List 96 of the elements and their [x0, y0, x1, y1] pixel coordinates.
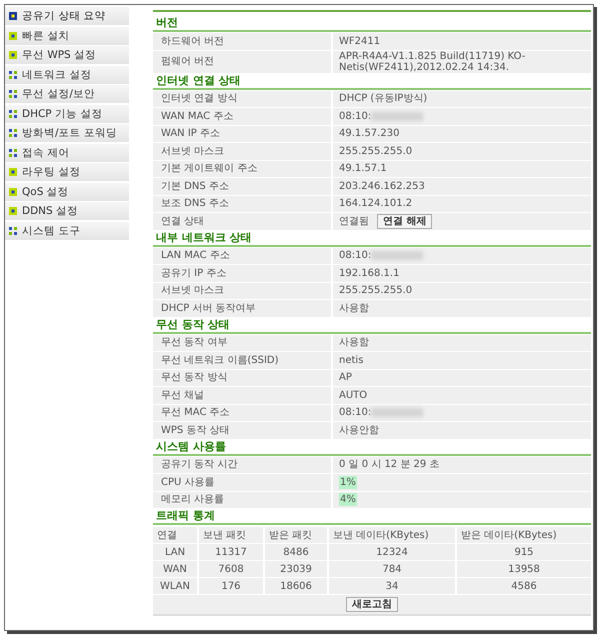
square-icon [9, 51, 17, 59]
field-value: AUTO [333, 387, 591, 404]
field-value: 192.168.1.1 [333, 265, 591, 282]
field-value: 연결됨 연결 해제 [333, 213, 591, 230]
table-cell: 12324 [329, 544, 455, 560]
sidebar-item[interactable]: 라우팅 설정 [5, 163, 129, 181]
table-cell: 11317 [199, 544, 263, 560]
field-label: 하드웨어 버전 [153, 33, 331, 50]
sidebar-item[interactable]: QoS 설정 [5, 182, 129, 200]
field-value: 08:10: [333, 108, 591, 124]
field-value: 사용안함 [333, 422, 591, 438]
table-cell: 34 [329, 578, 455, 594]
field-label: WAN IP 주소 [153, 126, 331, 142]
table-cell: WLAN [153, 578, 197, 594]
field-label: 공유기 IP 주소 [153, 265, 331, 282]
table-cell: 8486 [265, 544, 327, 560]
table-cell: 915 [457, 544, 591, 560]
field-value: 255.255.255.0 [333, 143, 591, 160]
field-label: 무선 동작 방식 [153, 370, 331, 386]
usage-value: 1% [340, 476, 356, 488]
field-label: 공유기 동작 시간 [153, 456, 331, 473]
dots-icon [9, 70, 17, 78]
blurred-redaction [371, 408, 424, 418]
field-label: 기본 게이트웨이 주소 [153, 160, 331, 177]
field-label: 펌웨어 버전 [153, 50, 331, 72]
field-label: 무선 네트워크 이름(SSID) [153, 352, 331, 368]
field-label: 서브넷 마스크 [153, 143, 331, 160]
dots-icon [9, 90, 17, 98]
field-label: 인터넷 연결 방식 [153, 90, 331, 107]
sidebar-item[interactable]: 네트워크 설정 [5, 66, 129, 84]
square-icon [9, 168, 17, 176]
field-label: DHCP 서버 동작여부 [153, 300, 331, 316]
field-value: APR-R4A4-V1.1.825 Build(11719) KO-Netis(WF2411),2012.02.24 14:34. [333, 50, 591, 72]
field-value: 203.246.162.253 [333, 178, 591, 194]
square-icon [9, 188, 17, 196]
dots-icon [9, 129, 17, 137]
field-label: CPU 사용률 [153, 474, 331, 490]
field-value: AP [333, 370, 591, 386]
field-label: 보조 DNS 주소 [153, 196, 331, 212]
column-header: 보낸 패킷 [199, 527, 263, 543]
column-header: 받은 패킷 [265, 527, 327, 543]
square-icon [9, 12, 17, 20]
table-cell: 7608 [199, 561, 263, 577]
field-label: 기본 DNS 주소 [153, 178, 331, 194]
field-label: 메모리 사용률 [153, 492, 331, 508]
dots-icon [9, 226, 17, 234]
column-header: 연결 [153, 527, 197, 543]
field-label: 무선 채널 [153, 387, 331, 404]
table-cell: LAN [153, 544, 197, 560]
sidebar-item[interactable]: DDNS 설정 [5, 202, 129, 220]
field-value: WF2411 [333, 33, 591, 50]
field-value: 08:10: [333, 404, 591, 421]
field-label: 연결 상태 [153, 213, 331, 230]
field-label: 무선 동작 여부 [153, 334, 331, 351]
dots-icon [9, 110, 17, 118]
section-title: 트래픽 통계 [153, 509, 591, 525]
blurred-redaction [371, 112, 424, 121]
sidebar-item[interactable]: 빠른 설치 [5, 26, 129, 44]
table-cell: 784 [329, 561, 455, 577]
field-label: 무선 MAC 주소 [153, 404, 331, 421]
sidebar-item[interactable]: 접속 제어 [5, 144, 129, 162]
table-cell: 13958 [457, 561, 591, 577]
square-icon [9, 207, 17, 215]
field-label: LAN MAC 주소 [153, 248, 331, 264]
blurred-redaction [371, 251, 424, 260]
dots-icon [9, 148, 17, 156]
column-header: 받은 데이타(KBytes) [457, 527, 591, 543]
sidebar-item[interactable]: 방화벽/포트 포워딩 [5, 124, 129, 142]
field-value: 사용함 [333, 300, 591, 316]
sidebar-item[interactable]: 시스템 도구 [5, 222, 129, 240]
sidebar-item[interactable]: DHCP 기능 설정 [5, 104, 129, 122]
field-label: 서브넷 마스크 [153, 282, 331, 299]
field-value: 사용함 [333, 334, 591, 351]
field-value: netis [333, 352, 591, 368]
table-cell: 176 [199, 578, 263, 594]
sidebar-item[interactable]: 무선 WPS 설정 [5, 46, 129, 64]
field-value: 0 일 0 시 12 분 29 초 [333, 456, 591, 473]
refresh-button[interactable]: 새로고침 [346, 597, 398, 612]
field-value: 49.1.57.1 [333, 160, 591, 177]
usage-value: 4% [340, 494, 356, 506]
field-label: WAN MAC 주소 [153, 108, 331, 124]
column-header: 보낸 데이타(KBytes) [329, 527, 455, 543]
field-value: 08:10: [333, 248, 591, 264]
disconnect-button[interactable]: 연결 해제 [377, 214, 432, 229]
table-cell: 4586 [457, 578, 591, 594]
field-value: 255.255.255.0 [333, 282, 591, 299]
field-value: 49.1.57.230 [333, 126, 591, 142]
table-cell: 23039 [265, 561, 327, 577]
table-cell: WAN [153, 561, 197, 577]
sidebar-item[interactable]: 공유기 상태 요약 [5, 7, 129, 25]
field-value: DHCP (유동IP방식) [333, 90, 591, 107]
field-label: WPS 동작 상태 [153, 422, 331, 438]
square-icon [9, 32, 17, 40]
field-value: 164.124.101.2 [333, 196, 591, 212]
table-cell: 18606 [265, 578, 327, 594]
sidebar-item[interactable]: 무선 설정/보안 [5, 85, 129, 103]
